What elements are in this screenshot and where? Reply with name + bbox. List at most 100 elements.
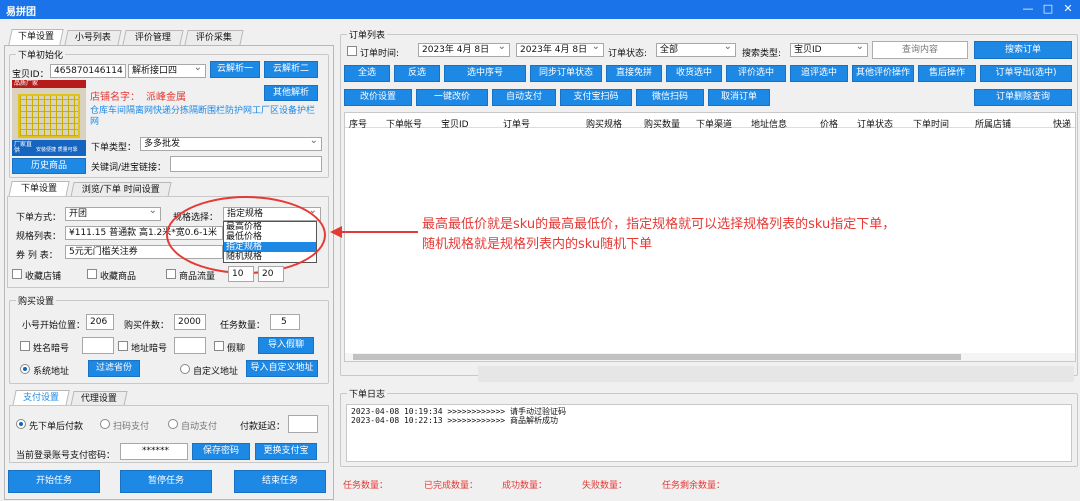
scan-pay-radio[interactable]	[100, 419, 110, 429]
search-orders-button[interactable]: 搜索订单	[974, 41, 1072, 59]
history-goods-button[interactable]: 历史商品	[12, 158, 86, 174]
col-express[interactable]: 快递	[1053, 117, 1071, 130]
annotation-text: 最高最低价就是sku的最高最低价，指定规格就可以选择规格列表的sku指定下单， …	[422, 217, 896, 252]
wechat-scan-button[interactable]: 微信扫码	[636, 89, 704, 106]
product-title[interactable]: 仓库车间隔离网快递分拣隔断围栏防护网工厂区设备护栏网	[90, 106, 318, 128]
delete-query-button[interactable]: 订单删除查询	[974, 89, 1072, 106]
flow-min-input[interactable]: 10	[228, 266, 254, 282]
search-type-select[interactable]: 宝贝ID	[790, 43, 868, 57]
one-click-reprice-button[interactable]: 一键改价	[416, 89, 488, 106]
select-index-button[interactable]: 选中序号	[444, 65, 526, 82]
sync-status-button[interactable]: 同步订单状态	[530, 65, 602, 82]
date-to-picker[interactable]: 2023年 4月 8日	[516, 43, 604, 57]
table-hscroll-thumb[interactable]	[353, 354, 961, 360]
start-position-input[interactable]: 206	[86, 314, 114, 330]
after-sale-button[interactable]: 售后操作	[918, 65, 976, 82]
export-orders-button[interactable]: 订单导出(选中)	[980, 65, 1072, 82]
receive-selected-button[interactable]: 收货选中	[666, 65, 722, 82]
stat-completed: 已完成数量：	[424, 481, 479, 491]
name-secret-label: 姓名暗号	[33, 344, 70, 354]
import-custom-address-button[interactable]: 导入自定义地址	[246, 360, 318, 377]
col-order-no[interactable]: 订单号	[503, 117, 530, 130]
tab-order-settings[interactable]: 下单设置	[8, 29, 64, 45]
minimize-button[interactable]: —	[1018, 1, 1038, 17]
other-parse-button[interactable]: 其他解析	[264, 85, 318, 101]
other-review-ops-button[interactable]: 其他评价操作	[852, 65, 914, 82]
tab-proxy-settings[interactable]: 代理设置	[70, 391, 128, 406]
fav-goods-label: 收藏商品	[100, 272, 137, 282]
end-task-button[interactable]: 结束任务	[234, 470, 326, 493]
fake-chat-checkbox[interactable]	[214, 341, 224, 351]
name-secret-input[interactable]	[82, 337, 114, 354]
select-all-button[interactable]: 全选	[344, 65, 390, 82]
table-hscrollbar[interactable]	[345, 353, 1075, 361]
custom-address-label: 自定义地址	[193, 367, 239, 377]
cloud-parse-2-button[interactable]: 云解析二	[264, 61, 318, 78]
tab-account-list[interactable]: 小号列表	[64, 30, 122, 45]
col-shop[interactable]: 所属店铺	[975, 117, 1011, 130]
col-account[interactable]: 下单帐号	[386, 117, 422, 130]
baby-id-input[interactable]: 465870146114	[50, 64, 126, 78]
pay-password-input[interactable]: ******	[120, 443, 188, 460]
col-quantity[interactable]: 购买数量	[644, 117, 680, 130]
app-title: 易拼团	[6, 7, 36, 18]
followup-review-button[interactable]: 追评选中	[790, 65, 848, 82]
direct-free-group-button[interactable]: 直接免拼	[606, 65, 662, 82]
fav-goods-checkbox[interactable]	[87, 269, 97, 279]
buy-count-input[interactable]: 2000	[174, 314, 206, 330]
cancel-order-button[interactable]: 取消订单	[708, 89, 770, 106]
name-secret-checkbox[interactable]	[20, 341, 30, 351]
tab-review-management[interactable]: 评价管理	[122, 30, 184, 45]
log-area[interactable]: 2023-04-08 10:19:34 >>>>>>>>>>>> 请手动过验证码…	[346, 404, 1072, 462]
col-status[interactable]: 订单状态	[857, 117, 893, 130]
col-spec[interactable]: 购买规格	[586, 117, 622, 130]
order-status-select[interactable]: 全部	[656, 43, 736, 57]
tab-sub-order-settings[interactable]: 下单设置	[8, 181, 70, 197]
order-method-select[interactable]: 开团	[65, 207, 161, 221]
addr-secret-input[interactable]	[174, 337, 206, 354]
col-price[interactable]: 价格	[820, 117, 838, 130]
pause-task-button[interactable]: 暂停任务	[120, 470, 212, 493]
order-type-select[interactable]: 多多批发	[140, 137, 322, 151]
col-order-time[interactable]: 下单时间	[913, 117, 949, 130]
task-count-input[interactable]: 5	[270, 314, 300, 330]
order-time-checkbox[interactable]	[347, 46, 357, 56]
flow-max-input[interactable]: 20	[258, 266, 284, 282]
save-password-button[interactable]: 保存密码	[192, 443, 250, 460]
filter-province-button[interactable]: 过滤省份	[88, 360, 140, 377]
pay-after-order-radio[interactable]	[16, 419, 26, 429]
keyword-input[interactable]	[170, 156, 322, 172]
close-button[interactable]: ✕	[1058, 1, 1078, 17]
search-type-label: 搜索类型:	[742, 49, 782, 59]
date-from-picker[interactable]: 2023年 4月 8日	[418, 43, 510, 57]
auto-pay-label: 自动支付	[181, 422, 218, 432]
start-task-button[interactable]: 开始任务	[8, 470, 100, 493]
import-fake-chat-button[interactable]: 导入假聊	[258, 337, 314, 354]
addr-secret-checkbox[interactable]	[118, 341, 128, 351]
auto-pay-button[interactable]: 自动支付	[492, 89, 556, 106]
search-content-input[interactable]: 查询内容	[872, 41, 968, 59]
col-channel[interactable]: 下单渠道	[696, 117, 732, 130]
cloud-parse-1-button[interactable]: 云解析一	[210, 61, 260, 78]
maximize-button[interactable]: □	[1038, 1, 1058, 17]
custom-address-radio[interactable]	[180, 364, 190, 374]
invert-selection-button[interactable]: 反选	[394, 65, 440, 82]
col-address[interactable]: 地址信息	[751, 117, 787, 130]
alipay-scan-button[interactable]: 支付宝扫码	[560, 89, 632, 106]
tab-browse-time-settings[interactable]: 浏览/下单 时间设置	[70, 182, 172, 197]
goods-flow-checkbox[interactable]	[166, 269, 176, 279]
change-alipay-button[interactable]: 更换支付宝	[255, 443, 317, 460]
system-address-radio[interactable]	[20, 364, 30, 374]
auto-pay-radio[interactable]	[168, 419, 178, 429]
order-method-label: 下单方式：	[16, 213, 62, 223]
tab-review-collect[interactable]: 评价采集	[184, 30, 244, 45]
col-baby-id[interactable]: 宝贝ID	[441, 117, 469, 130]
parse-api-select[interactable]: 解析接口四	[128, 64, 206, 78]
review-selected-button[interactable]: 评价选中	[726, 65, 786, 82]
price-setting-button[interactable]: 改价设置	[344, 89, 412, 106]
spec-list-label: 规格列表：	[16, 232, 62, 242]
pay-delay-input[interactable]	[288, 415, 318, 433]
tab-pay-settings[interactable]: 支付设置	[12, 390, 70, 406]
fav-shop-checkbox[interactable]	[12, 269, 22, 279]
col-index[interactable]: 序号	[349, 117, 367, 130]
